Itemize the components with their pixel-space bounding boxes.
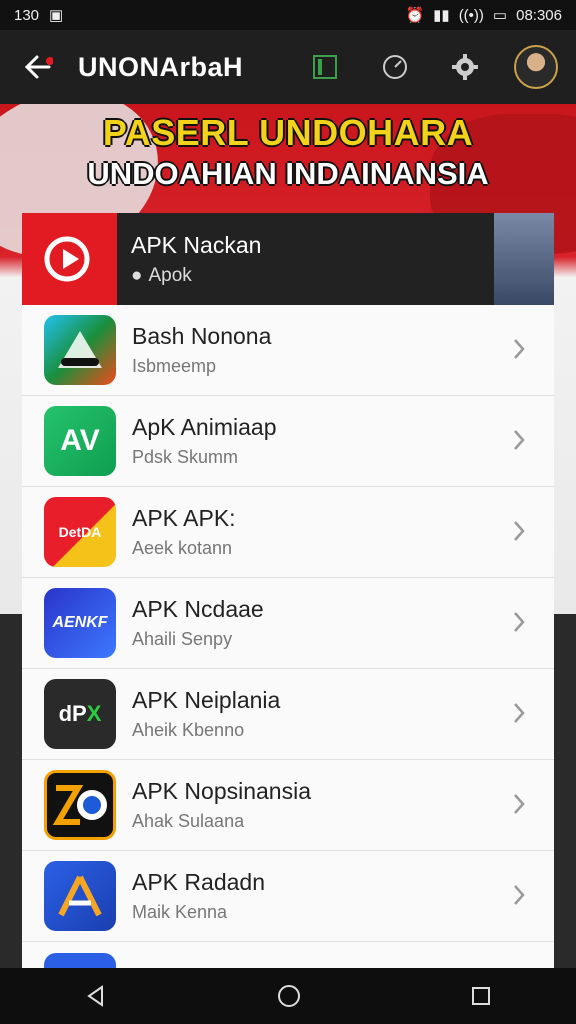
gear-icon <box>452 54 478 80</box>
speedometer-icon <box>383 55 407 79</box>
featured-person-image <box>494 213 554 305</box>
back-icon[interactable] <box>84 984 108 1008</box>
settings-button[interactable] <box>444 46 486 88</box>
system-nav-bar <box>0 968 576 1024</box>
wifi-icon: ((•)) <box>458 6 484 24</box>
speed-button[interactable] <box>374 46 416 88</box>
list-item-subtitle: Pdsk Skumm <box>132 447 239 467</box>
chevron-right-icon <box>514 521 525 541</box>
chevron-right-icon <box>514 703 525 723</box>
play-logo-icon <box>44 236 89 282</box>
list-item[interactable]: APK Radadn Maik Kenna <box>22 851 554 942</box>
status-left-text: 130 <box>14 6 40 24</box>
featured-app-subtitle: Apok <box>148 264 192 286</box>
signal-icon: ▮▮ <box>433 7 450 24</box>
chevron-right-icon <box>514 885 525 905</box>
list-item-subtitle: Aheik Kbenno <box>132 720 245 740</box>
hero-headline: PASERL UNDOHARA UNDOAHIAN INDAINANSIA <box>0 112 576 192</box>
chevron-right-icon <box>514 794 525 814</box>
list-item-title: APK Ncdaae <box>132 596 264 622</box>
list-item-title: APK APK: <box>132 505 236 531</box>
back-button[interactable] <box>18 47 58 87</box>
list-item-subtitle: Isbmeemp <box>132 356 217 376</box>
featured-app-logo <box>22 213 117 305</box>
red-app-icon: DetDA <box>44 497 116 567</box>
app-bar: UNONArbaH <box>0 30 576 104</box>
av-app-icon: AV <box>44 406 116 476</box>
chevron-right-icon <box>514 430 525 450</box>
list-item-title: Bash Nonona <box>132 323 272 349</box>
list-item-subtitle: Ahak Sulaana <box>132 811 245 831</box>
list-item[interactable]: AENKF APK Ncdaae Ahaili Senpy <box>22 578 554 669</box>
zo-app-icon <box>44 770 116 840</box>
app-title: UNONArbaH <box>78 51 244 82</box>
notification-icon: ▣ <box>49 7 64 24</box>
list-item[interactable]: DetDA APK APK: Aeek kotann <box>22 487 554 578</box>
hero-subtitle: UNDOAHIAN INDAINANSIA <box>87 156 489 191</box>
alarm-icon: ⏰ <box>405 7 425 24</box>
battery-icon: ▭ <box>492 7 508 24</box>
featured-app[interactable]: APK Nackan ● Apok <box>22 213 554 305</box>
featured-app-subtitle-wrap: ● Apok <box>131 265 261 287</box>
triangle-app-icon <box>44 315 116 385</box>
list-item-title: APK Radadn <box>132 869 265 895</box>
bookmark-icon <box>313 55 337 79</box>
featured-app-title: APK Nackan <box>131 231 262 258</box>
avatar[interactable] <box>514 45 558 89</box>
status-time: 08:306 <box>516 6 562 24</box>
list-item-subtitle: Maik Kenna <box>132 902 228 922</box>
list-item[interactable]: APK Nopsinansia Ahak Sulaana <box>22 760 554 851</box>
back-arrow-icon <box>24 55 53 79</box>
list-item[interactable]: Bash Nonona Isbmeemp <box>22 305 554 396</box>
blue-app-icon: AENKF <box>44 588 116 658</box>
chevron-right-icon <box>514 612 525 632</box>
list-item[interactable]: AV ApK Animiaap Pdsk Skumm <box>22 396 554 487</box>
app-list-card: APK Nackan ● Apok Bash Nonona Isbmeemp A… <box>22 213 554 973</box>
home-icon[interactable] <box>276 983 302 1009</box>
status-bar: 130 ▣ ⏰ ▮▮ ((•)) ▭ 08:306 <box>0 0 576 30</box>
a-app-icon <box>44 861 116 931</box>
list-item[interactable]: dPX APK Neiplania Aheik Kbenno <box>22 669 554 760</box>
dpx-app-icon: dPX <box>44 679 116 749</box>
list-item-subtitle: Aeek kotann <box>132 538 233 558</box>
list-item-title: ApK Animiaap <box>132 414 277 440</box>
android-icon: ● <box>131 264 143 286</box>
list-item-title: APK Nopsinansia <box>132 778 311 804</box>
list-item-subtitle: Ahaili Senpy <box>132 629 233 649</box>
bookmark-button[interactable] <box>304 46 346 88</box>
hero-title: PASERL UNDOHARA <box>102 112 474 153</box>
chevron-right-icon <box>514 339 525 359</box>
list-item-title: APK Neiplania <box>132 687 281 713</box>
recent-icon[interactable] <box>470 985 492 1007</box>
